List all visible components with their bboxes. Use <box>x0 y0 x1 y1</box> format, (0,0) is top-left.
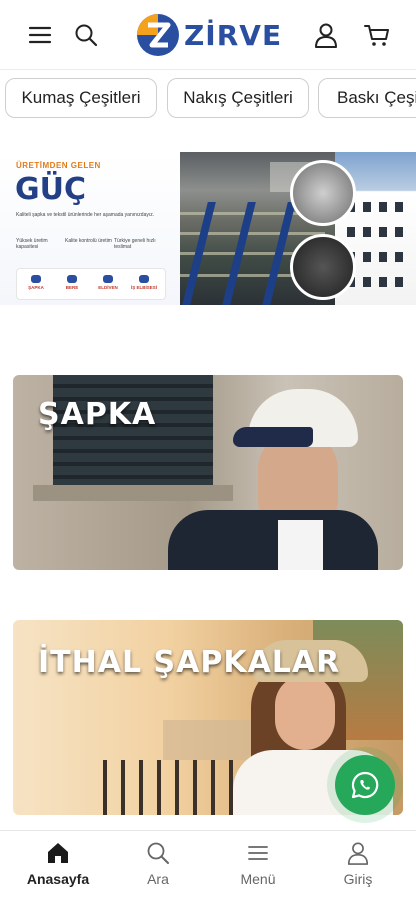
detail-photo-bottom <box>290 234 356 300</box>
strip-item: ŞAPKA <box>21 275 51 290</box>
hero-banner[interactable]: ÜRETİMDEN GELEN GÜÇ Kaliteli şapka ve te… <box>0 152 416 305</box>
banner-headline: GÜÇ <box>15 172 87 207</box>
card-title: İTHAL ŞAPKALAR <box>38 645 341 680</box>
chip-baski-cesitleri[interactable]: Baskı Çeşit <box>318 78 416 118</box>
nav-label: Ara <box>147 871 169 887</box>
logo-mark-icon <box>137 14 179 56</box>
chip-label: Baskı Çeşit <box>337 88 416 107</box>
brand-name: ZİRVE <box>184 18 283 52</box>
banner-feature: Türkiye geneli hızlı teslimat <box>114 238 156 250</box>
shutter-image <box>53 375 213 493</box>
model-jacket <box>168 510 378 570</box>
banner-kicker: ÜRETİMDEN GELEN <box>16 161 101 170</box>
nav-home[interactable]: Anasayfa <box>6 841 110 897</box>
chip-kumas-cesitleri[interactable]: Kumaş Çeşitleri <box>5 78 157 118</box>
user-icon[interactable] <box>311 20 341 50</box>
banner-text-panel: ÜRETİMDEN GELEN GÜÇ Kaliteli şapka ve te… <box>0 152 180 305</box>
top-header: ZİRVE <box>0 0 416 70</box>
whatsapp-icon <box>351 771 379 799</box>
chip-label: Nakış Çeşitleri <box>183 88 293 107</box>
chip-label: Kumaş Çeşitleri <box>21 88 141 107</box>
nav-label: Giriş <box>343 871 373 887</box>
nav-label: Menü <box>240 871 276 887</box>
nav-search[interactable]: Ara <box>106 841 210 897</box>
banner-product-strip: ŞAPKA BERE ELDİVEN İŞ ELBİSESİ <box>16 268 166 300</box>
nav-label: Anasayfa <box>26 871 90 887</box>
search-icon <box>147 842 169 864</box>
nav-menu[interactable]: Menü <box>206 841 310 897</box>
detail-photo-top <box>290 160 356 226</box>
whatsapp-button[interactable] <box>335 755 395 815</box>
home-icon <box>48 843 68 863</box>
banner-feature: Yüksek üretim kapasitesi <box>16 238 48 250</box>
category-card-sapka[interactable]: ŞAPKA <box>13 375 403 570</box>
strip-item: İŞ ELBİSESİ <box>129 275 159 290</box>
menu-icon[interactable] <box>25 20 55 50</box>
bottom-navigation: Anasayfa Ara Menü Giriş <box>0 830 416 900</box>
user-icon <box>347 842 369 865</box>
card-title: ŞAPKA <box>38 397 157 432</box>
strip-item: BERE <box>57 275 87 290</box>
strip-item: ELDİVEN <box>93 275 123 290</box>
model-face <box>275 675 335 750</box>
chip-nakis-cesitleri[interactable]: Nakış Çeşitleri <box>167 78 309 118</box>
menu-icon <box>248 846 268 860</box>
nav-login[interactable]: Giriş <box>306 841 410 897</box>
banner-feature: Kalite kontrolü üretim <box>65 238 112 244</box>
search-icon[interactable] <box>71 20 101 50</box>
banner-text: Kaliteli şapka ve tekstil ürünlerinde he… <box>16 212 155 218</box>
cart-icon[interactable] <box>362 20 392 50</box>
brand-logo[interactable]: ZİRVE <box>136 12 282 58</box>
category-chips: Kumaş Çeşitleri Nakış Çeşitleri Baskı Çe… <box>0 78 416 122</box>
